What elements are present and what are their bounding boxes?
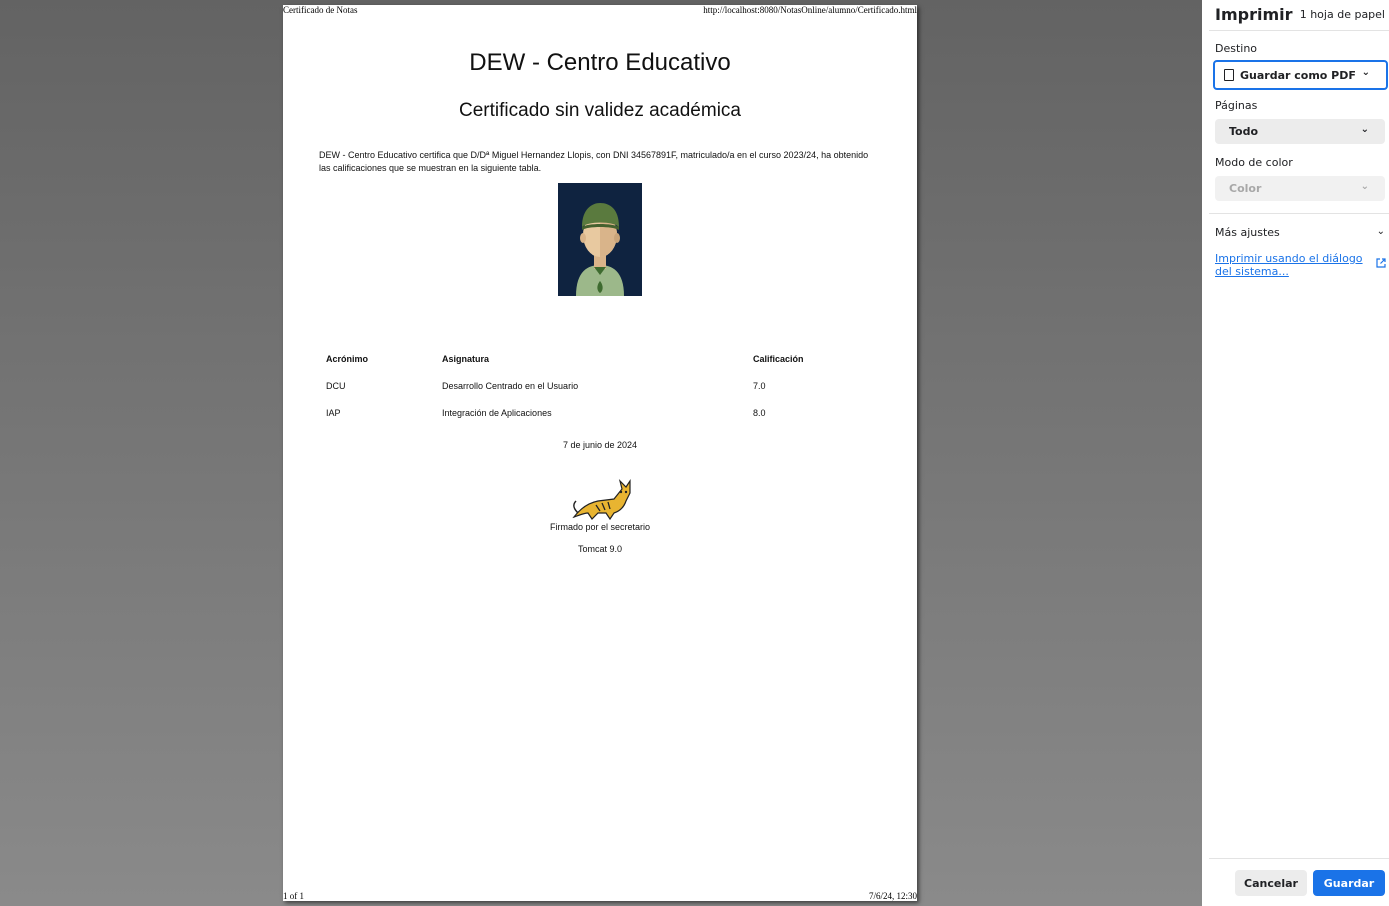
column-header-subject: Asignatura <box>442 353 490 364</box>
page-header-url: http://localhost:8080/NotasOnline/alumno… <box>703 5 917 15</box>
page-footer-datetime: 7/6/24, 12:30 <box>868 891 917 901</box>
more-settings-toggle[interactable]: Más ajustes ⌄ <box>1215 226 1387 239</box>
tomcat-logo <box>570 479 632 521</box>
table-row: DCU Desarrollo Centrado en el Usuario 7.… <box>319 372 879 399</box>
cell-subject: Desarrollo Centrado en el Usuario <box>442 380 579 391</box>
divider <box>1209 30 1389 31</box>
page-header-title: Certificado de Notas <box>283 5 358 15</box>
certificate-text: DEW - Centro Educativo certifica que D/D… <box>319 149 879 175</box>
pages-value: Todo <box>1229 125 1259 138</box>
tomcat-version-text: Tomcat 9.0 <box>577 544 623 554</box>
color-mode-select[interactable]: Color ⌄ <box>1215 176 1385 201</box>
page-footer-count: 1 of 1 <box>283 891 304 901</box>
chevron-down-icon: ⌄ <box>1360 181 1369 192</box>
page-preview: Certificado de Notas http://localhost:80… <box>283 5 917 901</box>
table-row: IAP Integración de Aplicaciones 8.0 <box>319 399 879 426</box>
certificate-text-line-1: DEW - Centro Educativo certifica que D/D… <box>319 150 869 160</box>
sheet-count: 1 hoja de papel <box>1299 8 1385 21</box>
color-mode-value: Color <box>1229 182 1262 195</box>
student-photo <box>558 183 642 296</box>
cell-grade: 8.0 <box>753 407 766 418</box>
save-button[interactable]: Guardar <box>1313 870 1385 896</box>
grades-table: Acrónimo Asignatura Calificación DCU Des… <box>319 345 879 426</box>
pages-select[interactable]: Todo ⌄ <box>1215 119 1385 144</box>
document-icon <box>1224 69 1234 81</box>
print-preview-area: Certificado de Notas http://localhost:80… <box>0 0 1202 906</box>
grades-table-header: Acrónimo Asignatura Calificación <box>319 345 879 372</box>
divider <box>1209 213 1389 214</box>
cell-grade: 7.0 <box>753 380 766 391</box>
print-title: Imprimir <box>1215 5 1293 24</box>
cell-acronym: DCU <box>326 380 346 391</box>
document-title: DEW - Centro Educativo <box>469 49 731 76</box>
more-settings-label: Más ajustes <box>1215 226 1280 239</box>
destination-select[interactable]: Guardar como PDF ⌄ <box>1213 60 1388 90</box>
chevron-down-icon: ⌄ <box>1360 124 1369 135</box>
signed-by-text: Firmado por el secretario <box>549 522 651 532</box>
print-settings-panel: Imprimir 1 hoja de papel Destino Guardar… <box>1202 0 1389 906</box>
column-header-acronym: Acrónimo <box>326 353 369 364</box>
destination-value: Guardar como PDF <box>1240 68 1356 82</box>
external-link-icon <box>1376 258 1386 271</box>
certificate-text-line-2: las calificaciones que se muestran en la… <box>319 163 542 173</box>
cell-acronym: IAP <box>326 407 341 418</box>
certificate-date: 7 de junio de 2024 <box>562 440 638 450</box>
chevron-down-icon: ⌄ <box>1376 226 1385 237</box>
divider <box>1209 858 1389 859</box>
cell-subject: Integración de Aplicaciones <box>442 407 552 418</box>
chevron-down-icon: ⌄ <box>1361 67 1370 78</box>
document-subtitle: Certificado sin validez académica <box>459 100 741 121</box>
column-header-grade: Calificación <box>753 353 804 364</box>
destination-label: Destino <box>1215 42 1258 55</box>
system-dialog-link[interactable]: Imprimir usando el diálogo del sistema..… <box>1215 252 1375 278</box>
color-mode-label: Modo de color <box>1215 156 1293 169</box>
pages-label: Páginas <box>1215 99 1258 112</box>
cancel-button[interactable]: Cancelar <box>1235 870 1307 896</box>
